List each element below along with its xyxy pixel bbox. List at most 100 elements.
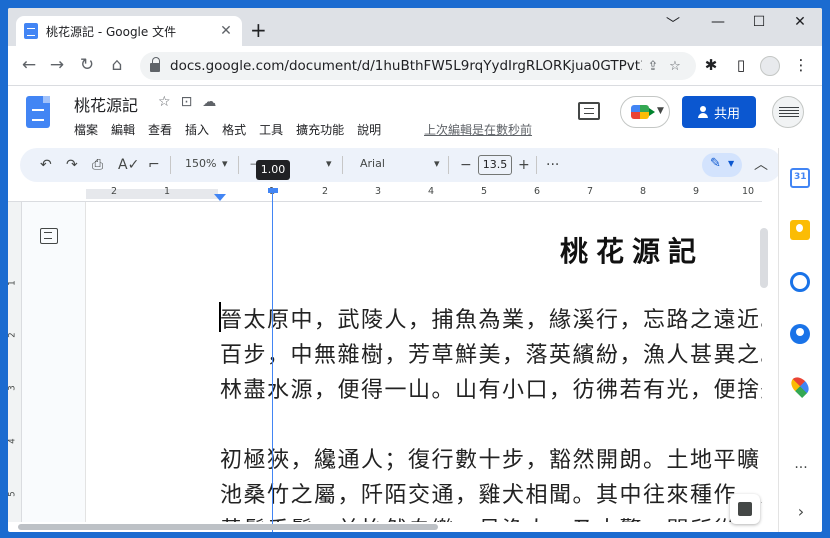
document-title[interactable]: 桃花源記 (74, 92, 138, 116)
horizontal-ruler[interactable]: 2 1 1 2 3 4 5 6 7 8 9 10 (8, 184, 762, 202)
move-folder-icon[interactable]: ⊡ (181, 94, 193, 110)
calendar-icon[interactable] (790, 168, 810, 188)
extensions-icon[interactable]: ✱ (700, 56, 722, 74)
chevron-down-icon[interactable]: ▾ (326, 157, 332, 170)
text-line: 黃髮垂髫，並怡然自樂。見漁人，乃大驚，問所從來。 (220, 512, 762, 522)
more-options-icon[interactable]: ··· (546, 156, 559, 174)
maximize-button[interactable]: ☐ (749, 14, 769, 30)
ruler-number: 4 (427, 186, 435, 197)
ruler-number: 7 (586, 186, 594, 197)
document-page[interactable]: 桃花源記 晉太原中，武陵人，捕魚為業，緣溪行，忘路之遠近。忽逢桃花林，夾岸數 百… (86, 202, 762, 522)
profile-avatar-small[interactable] (760, 56, 780, 76)
menu-format[interactable]: 格式 (222, 121, 246, 138)
home-icon[interactable]: ⌂ (106, 55, 128, 75)
font-size-input[interactable]: 13.5 (478, 155, 512, 175)
menu-bar: 檔案 編輯 查看 插入 格式 工具 擴充功能 說明 (74, 121, 394, 138)
print-icon[interactable]: ⎙ (92, 156, 103, 174)
address-bar[interactable]: docs.google.com/document/d/1huBthFW5L9rq… (140, 52, 696, 80)
menu-view[interactable]: 查看 (148, 121, 172, 138)
document-outline-icon[interactable] (40, 228, 58, 244)
menu-insert[interactable]: 插入 (185, 121, 209, 138)
vruler-number: 5 (8, 491, 18, 497)
docs-logo-icon[interactable] (26, 96, 50, 128)
indent-guide-line (272, 191, 273, 532)
title-icons: ☆ ⊡ ☁ (158, 94, 216, 110)
toolbar-divider (170, 156, 171, 174)
spellcheck-icon[interactable]: A✓ (118, 156, 139, 174)
last-edit-link[interactable]: 上次編輯是在數秒前 (424, 121, 532, 138)
cloud-status-icon[interactable]: ☁ (202, 94, 216, 110)
browser-menu-icon[interactable]: ⋮ (790, 56, 812, 74)
font-select[interactable]: Arial (360, 157, 385, 170)
text-line: 初極狹，纔通人；復行數十步，豁然開朗。土地平曠，屋舍儼然，有良田美 (220, 448, 762, 473)
forward-icon[interactable]: → (46, 55, 68, 75)
browser-window: 桃花源記 - Google 文件 ✕ + ﹀ — ☐ ✕ ← → ↻ ⌂ doc… (8, 8, 822, 532)
comment-history-icon[interactable] (578, 102, 600, 120)
first-line-indent-marker[interactable] (214, 194, 226, 201)
zoom-select[interactable]: 150% (185, 157, 216, 170)
side-panel: ··· › (778, 148, 822, 532)
toolbar-divider (342, 156, 343, 174)
menu-tools[interactable]: 工具 (259, 121, 283, 138)
lock-icon[interactable] (150, 57, 160, 72)
side-panel-icon[interactable]: ▯ (730, 56, 752, 74)
menu-file[interactable]: 檔案 (74, 121, 98, 138)
share-page-icon[interactable]: ⇪ (642, 59, 664, 74)
docs-favicon-icon (24, 23, 38, 39)
menu-help[interactable]: 說明 (357, 121, 381, 138)
menu-edit[interactable]: 編輯 (111, 121, 135, 138)
document-heading: 桃花源記 (560, 235, 705, 268)
ruler-tooltip: 1.00 (256, 160, 290, 180)
more-addons-icon[interactable]: ··· (779, 460, 822, 476)
tasks-icon[interactable] (790, 272, 810, 292)
star-icon[interactable]: ☆ (158, 94, 171, 110)
paint-format-icon[interactable]: ⌐ (148, 156, 160, 174)
share-button[interactable]: 共用 (682, 96, 756, 128)
maps-icon[interactable] (787, 373, 813, 399)
redo-icon[interactable]: ↷ (66, 156, 78, 174)
increase-font-size-button[interactable]: + (518, 156, 530, 174)
undo-icon[interactable]: ↶ (40, 156, 52, 174)
vruler-number: 4 (8, 438, 18, 444)
text-line: 池桑竹之屬，阡陌交通，雞犬相聞。其中往來種作，男女衣著，悉如外人。 (220, 483, 762, 508)
vertical-scrollbar[interactable] (760, 228, 768, 288)
chevron-down-icon[interactable]: ▾ (222, 157, 228, 170)
keep-icon[interactable] (790, 220, 810, 240)
toolbar-divider (536, 156, 537, 174)
ruler-number: 8 (639, 186, 647, 197)
left-indent-handle[interactable] (268, 188, 278, 193)
browser-tab[interactable]: 桃花源記 - Google 文件 ✕ (16, 16, 242, 46)
decrease-font-size-button[interactable]: − (460, 156, 472, 174)
vertical-ruler[interactable]: 1 2 3 4 5 (8, 202, 22, 522)
expand-panel-icon[interactable]: › (779, 502, 822, 521)
address-row: ← → ↻ ⌂ docs.google.com/document/d/1huBt… (8, 46, 822, 86)
reload-icon[interactable]: ↻ (76, 55, 98, 75)
chevron-down-icon[interactable]: ▾ (434, 157, 440, 170)
ruler-number: 3 (374, 186, 382, 197)
contacts-icon[interactable] (790, 324, 810, 344)
bookmark-star-icon[interactable]: ☆ (664, 59, 686, 74)
tab-search-icon[interactable]: ﹀ (663, 14, 683, 34)
text-line: 林盡水源，便得一山。山有小口，彷彿若有光，便捨船，從口入。 (220, 378, 762, 403)
back-icon[interactable]: ← (18, 55, 40, 75)
meet-button[interactable]: ▼ (620, 96, 670, 128)
vruler-number: 3 (8, 385, 18, 391)
formatting-toolbar: ↶ ↷ ⎙ A✓ ⌐ 150% ▾ — ▾ Arial ▾ − 13.5 + ·… (20, 148, 782, 182)
chevron-down-icon: ▼ (728, 159, 735, 168)
explore-button[interactable] (730, 494, 760, 524)
close-tab-icon[interactable]: ✕ (218, 23, 234, 39)
ruler-number: 2 (321, 186, 329, 197)
horizontal-scrollbar[interactable] (18, 524, 438, 530)
title-bar: 桃花源記 - Google 文件 ✕ + ﹀ — ☐ ✕ (8, 8, 822, 46)
account-avatar[interactable] (772, 96, 804, 128)
person-icon (697, 106, 708, 118)
toolbar-divider (448, 156, 449, 174)
new-tab-button[interactable]: + (250, 20, 267, 40)
close-window-button[interactable]: ✕ (790, 14, 810, 30)
editing-mode-button[interactable]: ✎ ▼ (702, 153, 742, 177)
ruler-number: 9 (692, 186, 700, 197)
hide-menus-icon[interactable]: ︿ (754, 156, 768, 174)
minimize-button[interactable]: — (708, 14, 728, 30)
menu-extensions[interactable]: 擴充功能 (296, 121, 344, 138)
document-canvas[interactable]: 桃花源記 晉太原中，武陵人，捕魚為業，緣溪行，忘路之遠近。忽逢桃花林，夾岸數 百… (22, 202, 762, 522)
